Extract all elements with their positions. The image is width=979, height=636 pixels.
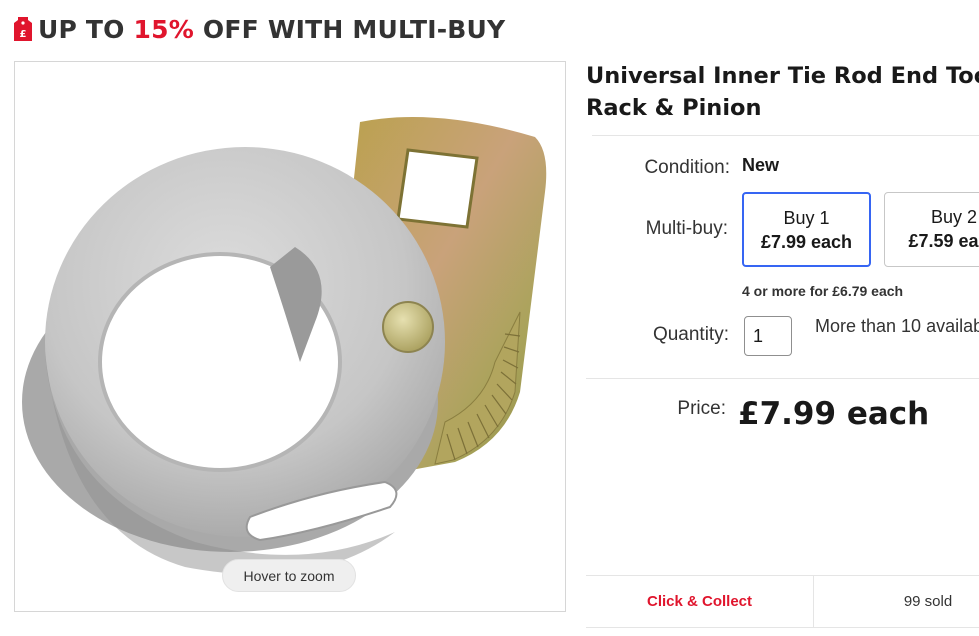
product-image-gallery[interactable]: Hover to zoom: [14, 61, 566, 612]
sold-count: 99 sold: [903, 593, 953, 610]
price-label: Price:: [677, 398, 726, 419]
listing-title-line-1: Universal Inner Tie Rod End Tool 3: [586, 63, 979, 89]
multibuy-option-buy-2[interactable]: Buy 2 £7.59 each: [884, 192, 979, 267]
multibuy-option-buy-1[interactable]: Buy 1 £7.99 each: [742, 192, 871, 267]
svg-text:£: £: [20, 29, 27, 40]
multibuy-option-qty: Buy 1: [783, 208, 830, 228]
listing-highlights-strip: Click & Collect 99 sold: [586, 575, 979, 628]
product-image: [22, 117, 547, 575]
multibuy-promo-banner: £ UP TO 15% OFF WITH MULTI-BUY: [14, 12, 505, 46]
multibuy-volume-note: 4 or more for £6.79 each: [742, 283, 904, 299]
click-and-collect-link[interactable]: Click & Collect: [586, 576, 813, 627]
multibuy-label: Multi-buy:: [645, 218, 728, 239]
promo-discount: 15%: [133, 14, 194, 44]
quantity-divider: [586, 378, 979, 379]
listing-title: Universal Inner Tie Rod End Tool 3 Rack …: [586, 60, 979, 124]
title-divider: [592, 135, 979, 136]
hover-to-zoom-hint: Hover to zoom: [222, 559, 356, 592]
multibuy-option-price: £7.99 each: [760, 232, 853, 252]
price-tag-pound-icon: £: [14, 17, 32, 41]
multibuy-option-qty: Buy 2: [930, 207, 978, 227]
condition-value: New: [742, 155, 780, 175]
listing-title-line-2: Rack & Pinion: [586, 95, 762, 121]
promo-text: UP TO 15% OFF WITH MULTI-BUY: [38, 14, 506, 44]
quantity-input[interactable]: [744, 316, 792, 356]
availability-text: More than 10 available: [815, 316, 979, 336]
condition-label: Condition:: [644, 157, 730, 178]
multibuy-option-price: £7.59 each: [908, 231, 979, 251]
quantity-label: Quantity:: [652, 324, 729, 345]
price-value: £7.99 each: [738, 396, 930, 432]
